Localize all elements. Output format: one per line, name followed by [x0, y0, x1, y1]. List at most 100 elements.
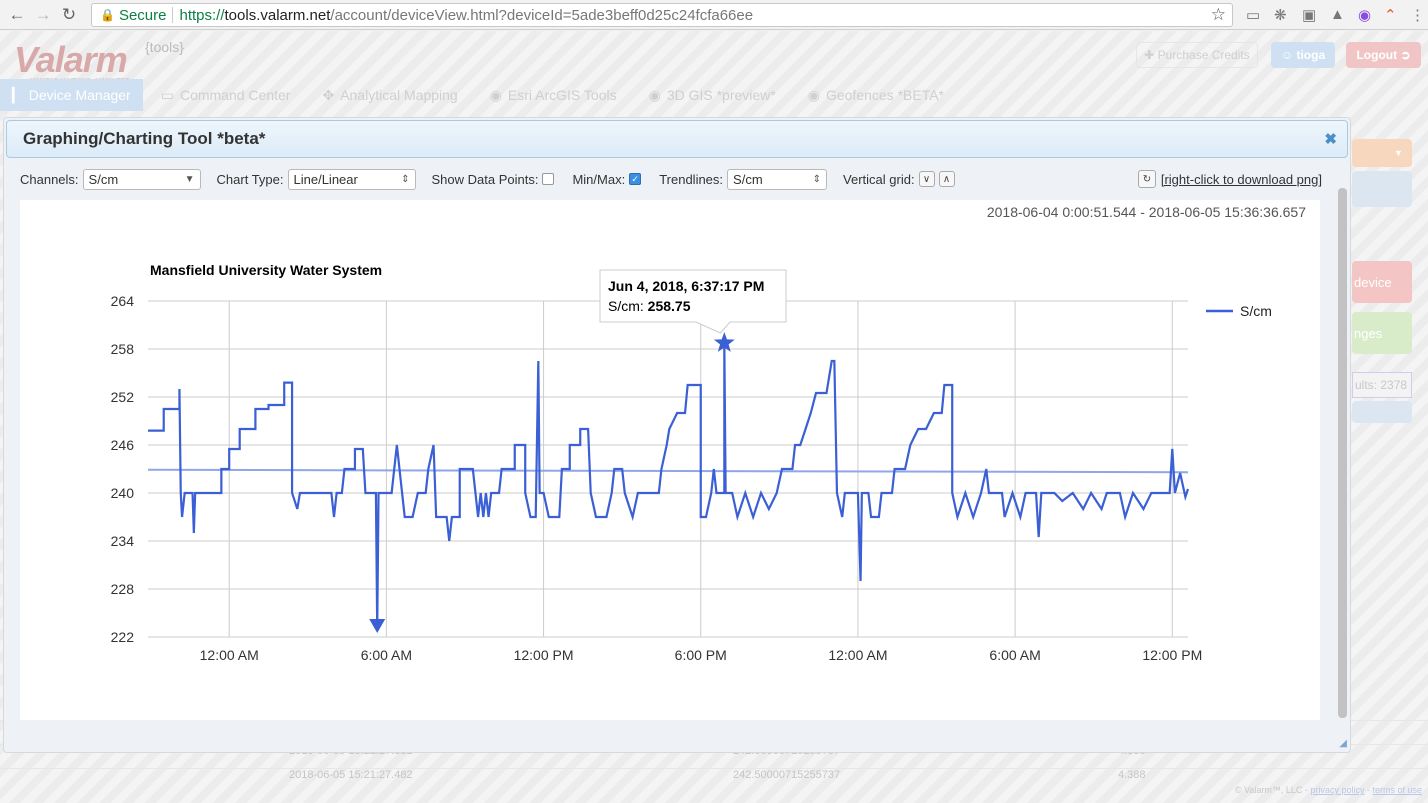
chart-title: Mansfield University Water System — [150, 262, 382, 278]
nav-geofences[interactable]: ◉ Geofences *BETA* — [796, 79, 956, 111]
nav-label: Device Manager — [28, 87, 131, 103]
tools-label: {tools} — [145, 39, 184, 55]
url-path: /account/deviceView.html?deviceId=5ade3b… — [330, 6, 754, 24]
results-label: ults: 2378 — [1355, 378, 1408, 392]
side-device-button[interactable]: device — [1352, 261, 1412, 303]
user-button[interactable]: ☺ tioga — [1271, 42, 1335, 68]
footer: © Valarm™, LLC - privacy policy - terms … — [1234, 785, 1422, 795]
privacy-policy-link[interactable]: privacy policy — [1310, 785, 1364, 795]
extension-icon[interactable]: ▣ — [1302, 6, 1316, 24]
side-changes-button[interactable]: nges — [1352, 312, 1412, 354]
minmax-label: Min/Max: — [572, 171, 626, 187]
channels-label: Channels: — [20, 171, 79, 187]
tooltip-title: Jun 4, 2018, 6:37:17 PM — [608, 278, 764, 294]
globe-icon: ◉ — [489, 86, 502, 103]
nav-label: Esri ArcGIS Tools — [507, 87, 617, 103]
updown-arrow-icon: ⇕ — [401, 173, 410, 185]
nav-esri-arcgis[interactable]: ◉ Esri ArcGIS Tools — [478, 79, 629, 111]
download-png-link[interactable]: [right-click to download png] — [1161, 172, 1322, 187]
side-changes-label: nges — [1354, 325, 1383, 341]
rainbow-extension-icon[interactable]: ⌃ — [1384, 6, 1397, 24]
bookmark-star-icon[interactable]: ☆ — [1211, 5, 1226, 25]
purchase-credits-label: Purchase Credits — [1157, 48, 1250, 62]
charting-tool-modal: Graphing/Charting Tool *beta* ✖ Channels… — [3, 117, 1351, 753]
row-timestamp: 2018-06-05 15:21:27.482 — [289, 769, 413, 781]
signal-bars-icon: ▎ — [12, 86, 23, 103]
grid-decrease-button[interactable]: ∨ — [918, 171, 935, 187]
resize-handle-icon[interactable]: ◢ — [1339, 738, 1347, 749]
trendlines-select[interactable]: S/cm ⇕ — [727, 168, 828, 190]
logout-button[interactable]: Logout ➲ — [1346, 42, 1421, 68]
forward-icon[interactable]: → — [30, 5, 56, 25]
chart-area: 2018-06-04 0:00:51.544 - 2018-06-05 15:3… — [20, 200, 1320, 720]
valarm-logo[interactable]: Valarm — [14, 39, 128, 81]
url-scheme: https:// — [179, 6, 225, 24]
y-tick-label: 264 — [111, 293, 135, 309]
nav-device-manager[interactable]: ▎ Device Manager — [0, 79, 143, 111]
cast-icon[interactable]: ▭ — [1246, 6, 1260, 24]
y-tick-label: 234 — [111, 533, 135, 549]
refresh-icon[interactable]: ↻ — [1138, 170, 1156, 188]
close-icon[interactable]: ✖ — [1324, 130, 1337, 148]
legend-label: S/cm — [1240, 303, 1272, 319]
modal-header: Graphing/Charting Tool *beta* ✖ — [6, 120, 1348, 158]
row-value2: 4.388 — [1118, 769, 1146, 781]
nav-label: Analytical Mapping — [340, 87, 458, 103]
chart-type-label: Chart Type: — [216, 171, 284, 187]
nav-label: Command Center — [179, 87, 291, 103]
y-tick-label: 240 — [111, 485, 135, 501]
browser-toolbar: ← → ↻ 🔒 Secure https://tools.valarm.net /… — [0, 0, 1428, 30]
table-row: 2018-06-05 15:21:27.482 242.5000071525573… — [0, 768, 1428, 792]
menu-icon[interactable]: ⋮ — [1410, 6, 1425, 24]
chevron-down-icon: ▼ — [184, 173, 195, 185]
x-tick-label: 6:00 AM — [989, 647, 1040, 663]
y-tick-label: 258 — [111, 341, 135, 357]
side-device-label: device — [1354, 274, 1392, 290]
nav-analytical-mapping[interactable]: ✥ Analytical Mapping — [310, 79, 469, 111]
line-chart[interactable]: Mansfield University Water System 222 228… — [20, 200, 1320, 720]
logout-icon: ➲ — [1397, 48, 1411, 62]
y-tick-label: 246 — [111, 437, 135, 453]
purchase-credits-button[interactable]: ✚ Purchase Credits — [1136, 42, 1258, 68]
plus-icon: ✚ — [1144, 48, 1158, 62]
user-name: tioga — [1296, 48, 1326, 62]
modal-scrollbar[interactable] — [1338, 188, 1347, 718]
address-bar[interactable]: 🔒 Secure https://tools.valarm.net/accoun… — [91, 3, 1233, 27]
globe-icon: ◉ — [807, 86, 820, 103]
minmax-checkbox[interactable]: ✓ — [629, 173, 642, 185]
lock-icon: 🔒 — [100, 8, 115, 22]
row-value: 242.50000715255737 — [733, 769, 841, 781]
x-tick-label: 12:00 PM — [514, 647, 574, 663]
show-points-checkbox[interactable] — [542, 173, 555, 185]
nav-3d-gis[interactable]: ◉ 3D GIS *preview* — [637, 79, 788, 111]
series-line-scm — [148, 342, 1190, 630]
chevron-down-icon: ▼ — [1394, 148, 1403, 158]
x-tick-label: 12:00 AM — [828, 647, 887, 663]
grid-increase-button[interactable]: ∧ — [938, 171, 955, 187]
circle-extension-icon[interactable]: ◉ — [1358, 6, 1371, 24]
nav-label: Geofences *BETA* — [825, 87, 944, 103]
url-host: tools.valarm.net — [224, 6, 331, 24]
side-dropdown[interactable]: ▼ — [1352, 139, 1412, 167]
main-nav: ▎ Device Manager ▭ Command Center ✥ Analyti… — [0, 79, 1428, 111]
channels-select[interactable]: S/cm ▼ — [82, 168, 201, 190]
x-tick-label: 12:00 PM — [1142, 647, 1202, 663]
divider — [172, 7, 174, 23]
x-tick-label: 12:00 AM — [200, 647, 259, 663]
updown-arrow-icon: ⇕ — [812, 173, 822, 185]
nav-command-center[interactable]: ▭ Command Center — [149, 79, 303, 111]
terms-of-use-link[interactable]: terms of use — [1372, 785, 1422, 795]
drive-icon[interactable]: ▲ — [1330, 6, 1345, 23]
copyright: © Valarm™, LLC - — [1234, 785, 1311, 795]
tooltip: Jun 4, 2018, 6:37:17 PM S/cm: 258.75 — [599, 269, 787, 334]
globe-icon: ◉ — [648, 86, 661, 103]
monitor-icon: ▭ — [160, 86, 174, 103]
chart-toolbar: Channels: S/cm ▼ Chart Type: Line/Linear ⇕… — [20, 168, 1322, 190]
nav-label: 3D GIS *preview* — [666, 87, 776, 103]
back-icon[interactable]: ← — [4, 5, 30, 25]
chart-type-select[interactable]: Line/Linear ⇕ — [287, 168, 416, 190]
y-tick-label: 222 — [111, 629, 135, 645]
bug-extension-icon[interactable]: ❋ — [1274, 6, 1287, 24]
reload-icon[interactable]: ↻ — [56, 5, 82, 25]
trendline — [147, 468, 1189, 474]
